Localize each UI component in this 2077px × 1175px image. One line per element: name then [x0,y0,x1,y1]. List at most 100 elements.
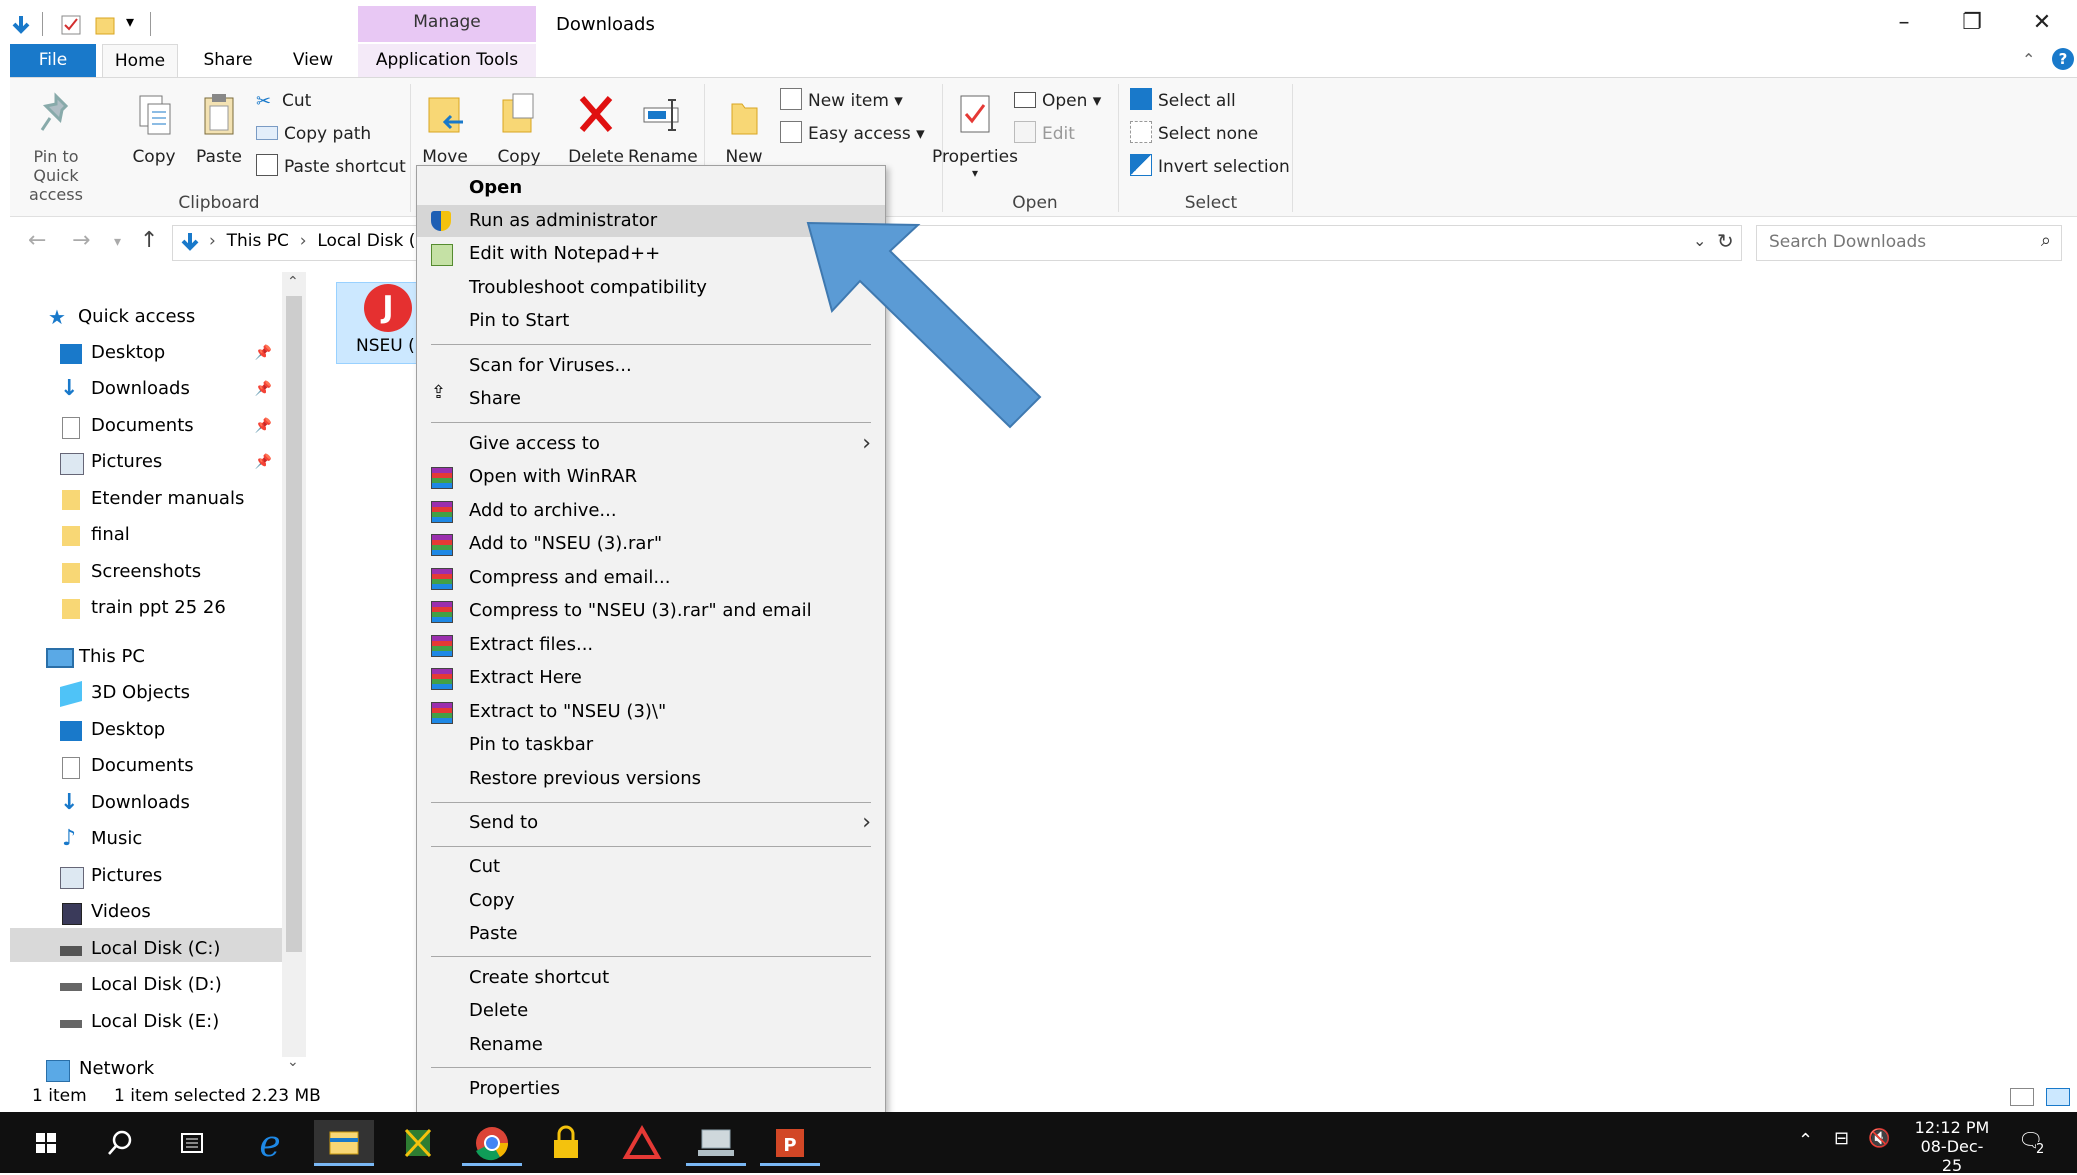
nav-qa-desktop[interactable]: Desktop 📌 [60,336,280,370]
menu-item-paste[interactable]: Paste [417,918,885,950]
nav-pc-videos[interactable]: Videos [60,895,280,929]
forward-arrow-icon[interactable]: → [72,228,90,253]
collapse-ribbon-icon[interactable]: ⌃ [2022,50,2035,69]
clock[interactable]: 12:12 PM 08-Dec-25 [1912,1118,1992,1175]
nav-this-pc[interactable]: This PC [46,640,276,674]
pin-quick-access-button[interactable]: Pin to Quick access [20,92,92,204]
menu-item-compress-email[interactable]: Compress and email... [417,562,885,594]
windows-start-icon[interactable] [16,1120,76,1166]
menu-item-delete[interactable]: Delete [417,995,885,1027]
powerpoint-icon[interactable]: P [760,1120,820,1166]
task-view-icon[interactable] [162,1120,222,1166]
new-folder-icon[interactable] [94,14,116,36]
nav-qa-documents[interactable]: Documents 📌 [60,409,280,443]
delete-button[interactable]: Delete [564,92,628,167]
copy-to-button[interactable]: Copy [494,92,544,167]
edit-button[interactable]: Edit [1014,121,1075,147]
nav-pc-documents[interactable]: Documents [60,749,280,783]
app-crossed-tools-icon[interactable] [388,1120,448,1166]
minimize-button[interactable]: – [1874,8,1934,38]
nav-pc-3d-objects[interactable]: 3D Objects [60,676,280,710]
menu-item-add-archive[interactable]: Add to archive... [417,495,885,527]
nav-scrollbar-thumb[interactable] [286,296,302,952]
search-icon[interactable] [90,1120,150,1166]
nav-qa-pictures[interactable]: Pictures 📌 [60,445,280,479]
details-view-icon[interactable] [2010,1088,2034,1106]
search-input[interactable]: Search Downloads ⌕ [1756,225,2062,261]
nav-qa-final[interactable]: final [60,518,280,552]
pin-icon[interactable]: 📌 [255,372,272,406]
close-button[interactable]: ✕ [2012,8,2072,38]
restore-button[interactable]: ❐ [1942,8,2002,38]
address-dropdown-icon[interactable]: ⌄ [1693,231,1706,250]
pin-icon[interactable]: 📌 [255,445,272,479]
menu-item-rename[interactable]: Rename [417,1029,885,1061]
internet-explorer-icon[interactable]: e [240,1120,300,1166]
copy-big-button[interactable]: Copy [128,92,180,167]
recent-dropdown-icon[interactable]: ▾ [114,234,121,250]
paste-shortcut-button[interactable]: Paste shortcut [256,154,406,180]
nav-qa-downloads[interactable]: ↓ Downloads 📌 [60,372,280,406]
menu-item-cut[interactable]: Cut [417,851,885,883]
nav-quick-access[interactable]: ★ Quick access [48,300,278,334]
properties-check-icon[interactable] [60,14,82,36]
file-explorer-icon[interactable] [314,1120,374,1166]
tab-file[interactable]: File [10,44,96,77]
nav-pc-pictures[interactable]: Pictures [60,859,280,893]
cut-button[interactable]: ✂ Cut [256,88,311,114]
select-none-button[interactable]: Select none [1130,121,1258,147]
chrome-icon[interactable] [462,1120,522,1166]
lock-app-icon[interactable] [536,1120,596,1166]
pin-icon[interactable]: 📌 [255,409,272,443]
tab-application-tools[interactable]: Application Tools [358,44,536,77]
nav-pc-local-disk-c[interactable]: Local Disk (C:) [60,932,280,966]
properties-dropdown-icon[interactable]: ▾ [928,167,1022,179]
menu-item-send-to[interactable]: Send to › [417,807,885,839]
scroll-up-icon[interactable]: ⌃ [287,274,299,290]
pin-icon[interactable]: 📌 [255,336,272,370]
red-triangle-app-icon[interactable] [612,1120,672,1166]
menu-item-pin-taskbar[interactable]: Pin to taskbar [417,729,885,761]
up-arrow-icon[interactable]: ↑ [140,228,158,253]
menu-item-copy[interactable]: Copy [417,885,885,917]
nav-qa-train-ppt[interactable]: train ppt 25 26 [60,591,280,625]
menu-item-restore-versions[interactable]: Restore previous versions [417,763,885,795]
open-button[interactable]: Open ▾ [1014,88,1101,114]
scroll-down-icon[interactable]: ⌄ [287,1054,299,1070]
search-icon[interactable]: ⌕ [2041,230,2051,251]
new-item-button[interactable]: New item ▾ [780,88,903,114]
menu-item-extract-to[interactable]: Extract to "NSEU (3)\" [417,696,885,728]
network-status-icon[interactable]: ⊟ [1834,1128,1849,1149]
nav-pc-desktop[interactable]: Desktop [60,713,280,747]
qat-dropdown-icon[interactable]: ▾ [126,12,134,31]
help-icon[interactable]: ? [2052,48,2074,70]
new-folder-button[interactable]: New [714,92,774,167]
tab-share[interactable]: Share [196,44,260,77]
nav-pc-local-disk-d[interactable]: Local Disk (D:) [60,968,280,1002]
nav-pc-music[interactable]: ♪ Music [60,822,280,856]
menu-item-create-shortcut[interactable]: Create shortcut [417,962,885,994]
menu-item-open-winrar[interactable]: Open with WinRAR [417,461,885,493]
select-all-button[interactable]: Select all [1130,88,1236,114]
invert-selection-button[interactable]: Invert selection [1130,154,1290,180]
nav-qa-etender[interactable]: Etender manuals [60,482,280,516]
copy-path-button[interactable]: Copy path [256,121,371,147]
paste-button[interactable]: Paste [192,92,246,167]
rename-button[interactable]: Rename [628,92,698,167]
menu-item-compress-rar-email[interactable]: Compress to "NSEU (3).rar" and email [417,595,885,627]
menu-item-open[interactable]: Open [417,172,885,204]
tab-view[interactable]: View [284,44,342,77]
nav-pc-local-disk-e[interactable]: Local Disk (E:) [60,1005,280,1039]
properties-button[interactable]: Properties ▾ [928,92,1022,179]
move-to-button[interactable]: Move [420,92,470,167]
down-arrow-icon[interactable] [10,14,32,36]
menu-item-extract-here[interactable]: Extract Here [417,662,885,694]
nav-qa-screenshots[interactable]: Screenshots [60,555,280,589]
breadcrumb-this-pc[interactable]: This PC [227,231,289,251]
show-hidden-icons-icon[interactable]: ⌃ [1798,1130,1813,1151]
back-arrow-icon[interactable]: ← [28,228,46,253]
menu-item-add-rar[interactable]: Add to "NSEU (3).rar" [417,528,885,560]
easy-access-button[interactable]: Easy access ▾ [780,121,925,147]
large-icons-view-icon[interactable] [2046,1088,2070,1106]
breadcrumb-local-disk[interactable]: Local Disk ( [317,231,415,251]
